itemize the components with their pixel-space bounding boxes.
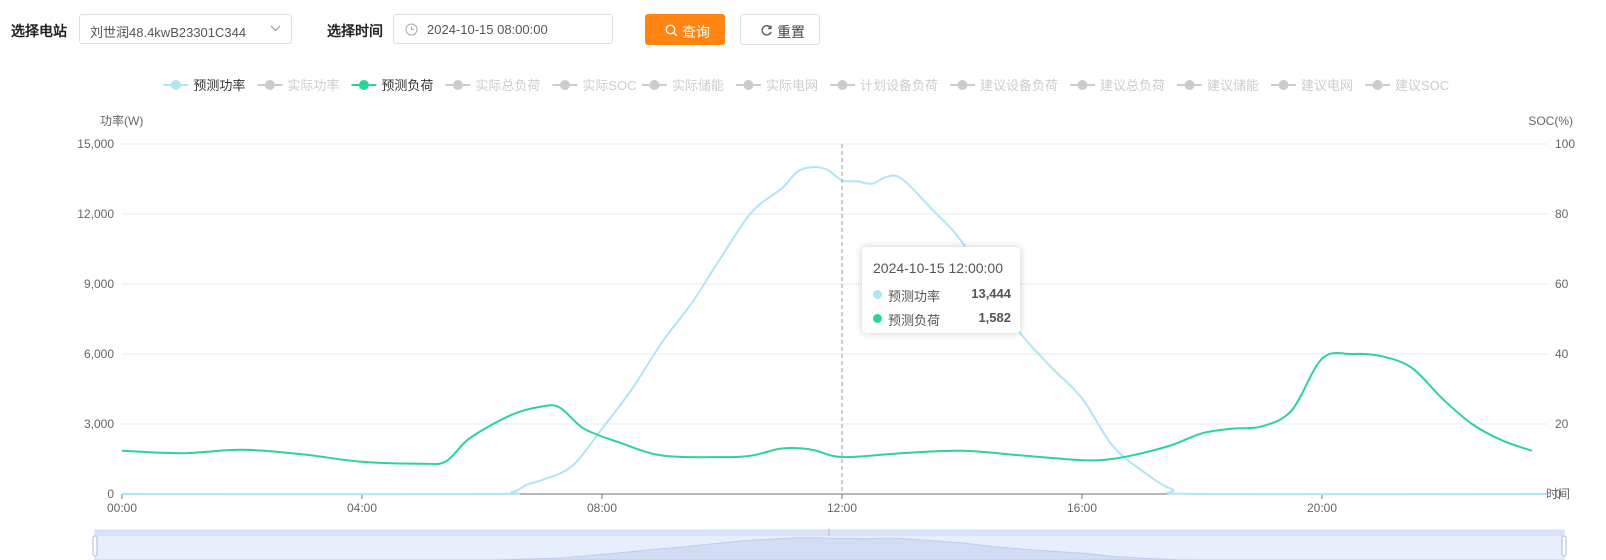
legend-item-label: 计划设备负荷 [860, 78, 938, 93]
station-label: 选择电站 [11, 23, 67, 39]
legend-item-label: 实际SOC [582, 78, 636, 93]
tooltip-title: 2024-10-15 12:00:00 [873, 260, 1003, 276]
legend-item-label: 实际功率 [287, 78, 339, 93]
legend-item[interactable]: 实际总负荷 [445, 78, 540, 93]
legend-item-label: 预测功率 [193, 78, 245, 93]
y-tick-label-left: 0 [107, 487, 114, 501]
legend-dot-icon [1372, 80, 1383, 90]
legend-dot-icon [649, 80, 660, 90]
x-tick-label: 04:00 [347, 501, 377, 515]
time-label: 选择时间 [327, 23, 383, 39]
legend-item[interactable]: 计划设备负荷 [830, 78, 938, 93]
y-tick-label-left: 12,000 [77, 207, 114, 221]
datazoom-slider[interactable]: ∥ [92, 528, 1567, 560]
clock-icon [405, 23, 418, 36]
legend-item-label: 建议设备负荷 [980, 78, 1058, 93]
datazoom-grip-icon: ∥ [827, 528, 831, 536]
legend-dot-icon [1278, 80, 1289, 90]
query-button[interactable]: 查询 [645, 14, 725, 45]
legend-item-label: 实际电网 [766, 78, 818, 93]
legend-item[interactable]: 实际SOC [552, 78, 637, 93]
legend-dot-icon [264, 80, 275, 90]
legend-item[interactable]: 实际电网 [736, 78, 818, 93]
station-select[interactable]: 刘世润48.4kwB23301C344 [79, 14, 292, 44]
legend-dot-icon [957, 80, 968, 90]
y-axis-label-right: SOC(%) [1528, 114, 1573, 128]
legend-item[interactable]: 建议SOC [1365, 78, 1449, 93]
legend-dot-icon [743, 80, 754, 90]
legend-dot-icon [559, 80, 570, 90]
legend-item[interactable]: 实际功率 [257, 78, 339, 93]
legend-item[interactable]: 预测功率 [163, 78, 245, 93]
legend-item[interactable]: 建议设备负荷 [950, 78, 1058, 93]
series-lines [121, 166, 1548, 496]
y-tick-label-right: 40 [1555, 347, 1569, 361]
x-tick-label: 12:00 [827, 501, 857, 515]
x-tick-label: 16:00 [1067, 501, 1097, 515]
tooltip-series-value: 1,582 [978, 310, 1011, 325]
search-icon [665, 24, 678, 37]
datazoom-handle-right[interactable] [1561, 535, 1567, 557]
legend-item-label: 建议储能 [1207, 78, 1259, 93]
x-ticks: 00:00 04:00 08:00 12:00 16:00 20:00 [107, 494, 1337, 515]
tooltip-series-name: 预测负荷 [888, 313, 941, 328]
y-tick-label-left: 15,000 [77, 137, 114, 151]
tooltip-series-name: 预测功率 [888, 289, 941, 304]
toolbar: 选择电站 刘世润48.4kwB23301C344 选择时间 2024-10-15… [0, 0, 1606, 60]
reset-button[interactable]: 重置 [740, 14, 820, 45]
series-line [121, 351, 1533, 466]
y-tick-label-left: 6,000 [84, 347, 114, 361]
legend-item-label: 实际总负荷 [475, 78, 540, 93]
y-tick-label-right: 80 [1555, 207, 1569, 221]
legend-item-label: 实际储能 [672, 78, 724, 93]
legend-item-label: 建议总负荷 [1100, 78, 1165, 93]
query-button-label: 查询 [682, 24, 710, 40]
datetime-picker[interactable]: 2024-10-15 08:00:00 [393, 14, 613, 44]
y-tick-label-left: 3,000 [84, 417, 114, 431]
tooltip-series-value: 13,444 [971, 286, 1011, 301]
legend-item[interactable]: 建议储能 [1177, 78, 1259, 93]
legend-item-label: 建议电网 [1301, 78, 1353, 93]
tooltip-row: 预测功率 13,444 [873, 285, 1011, 304]
y-tick-label-right: 100 [1555, 137, 1575, 151]
x-tick-label: 00:00 [107, 501, 137, 515]
tooltip-dot [873, 314, 882, 323]
y-tick-label-right: 20 [1555, 417, 1569, 431]
chart-tooltip: 2024-10-15 12:00:00 预测功率 13,444 预测负荷 1,5… [862, 247, 1020, 333]
reset-button-label: 重置 [777, 24, 805, 40]
legend-dot-icon [1184, 80, 1195, 90]
chart: 预测功率 实际功率 预测负荷 实际总负荷 实际SOC 实际储能 实际电网 计划设备负荷 建议设备… [77, 78, 1575, 560]
legend-item[interactable]: 建议电网 [1271, 78, 1353, 93]
x-tick-label: 20:00 [1307, 501, 1337, 515]
chart-legend: 预测功率 实际功率 预测负荷 实际总负荷 实际SOC 实际储能 实际电网 计划设备负荷 建议设备… [163, 78, 1449, 93]
grid-lines [122, 143, 1547, 495]
y-axis-label-left: 功率(W) [100, 113, 143, 128]
y-tick-label-left: 9,000 [84, 277, 114, 291]
series-line [121, 166, 1548, 496]
chevron-down-icon [270, 25, 281, 32]
datazoom-handle-left[interactable] [92, 535, 98, 557]
legend-dot-icon [1077, 80, 1088, 90]
legend-item[interactable]: 预测负荷 [351, 78, 433, 93]
legend-dot-icon [358, 80, 369, 90]
y-tick-label-right: 60 [1555, 277, 1569, 291]
legend-item[interactable]: 建议总负荷 [1070, 78, 1165, 93]
legend-item-label: 建议SOC [1395, 78, 1449, 93]
legend-dot-icon [170, 80, 181, 90]
legend-dot-icon [837, 80, 848, 90]
tooltip-dot [873, 290, 882, 299]
datetime-value: 2024-10-15 08:00:00 [427, 22, 548, 37]
station-select-value: 刘世润48.4kwB23301C344 [90, 25, 247, 40]
legend-dot-icon [452, 80, 463, 90]
y-tick-label-right: 0 [1555, 487, 1562, 501]
y-ticks-left: 0 3,000 6,000 9,000 12,000 15,000 [77, 137, 114, 501]
y-ticks-right: 0 20 40 60 80 100 [1555, 137, 1575, 501]
refresh-icon [761, 25, 772, 36]
x-tick-label: 08:00 [587, 501, 617, 515]
tooltip-row: 预测负荷 1,582 [873, 309, 1011, 328]
legend-item[interactable]: 实际储能 [642, 78, 724, 93]
legend-item-label: 预测负荷 [381, 78, 433, 93]
